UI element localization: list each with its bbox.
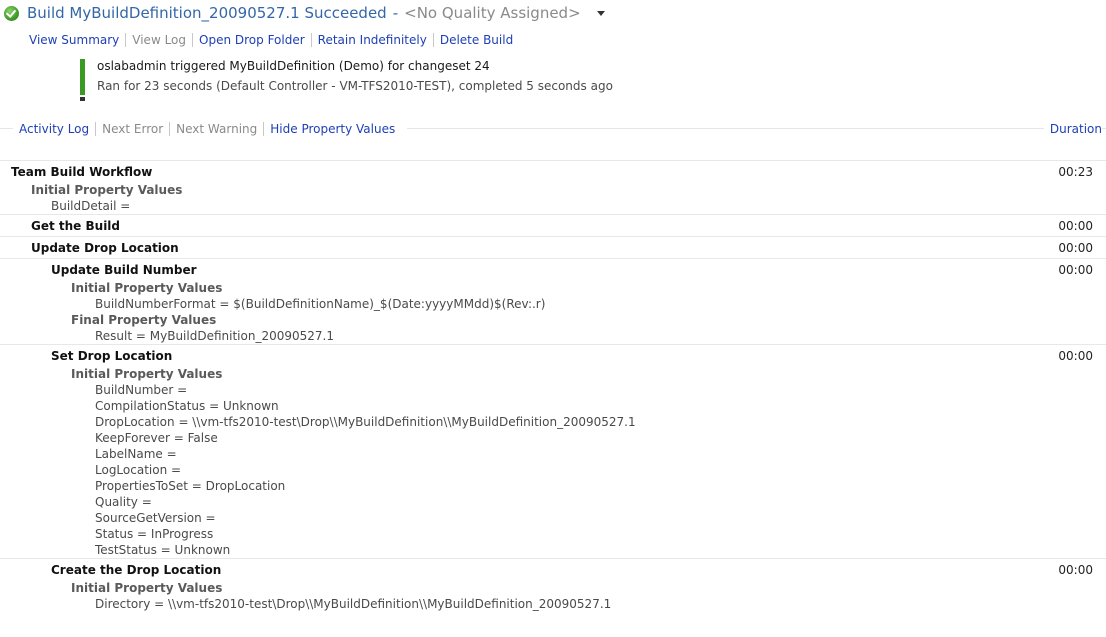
property-group-row: Initial Property Values bbox=[0, 580, 1106, 596]
activity-name: Team Build Workflow bbox=[11, 165, 153, 179]
property-row: TestStatus = Unknown bbox=[0, 542, 1106, 558]
title-separator: - bbox=[392, 4, 399, 22]
property-group-row: Initial Property Values bbox=[0, 280, 1106, 296]
property-group-label: Initial Property Values bbox=[71, 581, 223, 595]
activity-name: Update Drop Location bbox=[31, 241, 179, 255]
activity-row[interactable]: Update Drop Location 00:00 bbox=[0, 236, 1106, 258]
property-value: CompilationStatus = Unknown bbox=[95, 399, 279, 413]
chevron-down-icon[interactable] bbox=[596, 10, 605, 16]
property-value: BuildNumber = bbox=[95, 383, 188, 397]
run-details: Ran for 23 seconds (Default Controller -… bbox=[97, 79, 613, 93]
build-actions-bar: View Summary View Log Open Drop Folder Reta… bbox=[29, 31, 519, 49]
open-drop-folder-link[interactable]: Open Drop Folder bbox=[192, 33, 311, 47]
activity-log-tree: Team Build Workflow 00:23 Initial Property… bbox=[0, 160, 1106, 612]
property-row: Result = MyBuildDefinition_20090527.1 bbox=[0, 328, 1106, 344]
activity-name: Get the Build bbox=[31, 219, 121, 233]
quality-selector[interactable]: <No Quality Assigned> bbox=[404, 4, 581, 22]
property-value: Quality = bbox=[95, 495, 152, 509]
activity-duration: 00:00 bbox=[1058, 263, 1093, 277]
activity-duration: 00:00 bbox=[1058, 241, 1093, 255]
duration-column-header[interactable]: Duration bbox=[1043, 119, 1102, 139]
activity-duration: 00:23 bbox=[1058, 165, 1093, 179]
property-group-label: Initial Property Values bbox=[31, 183, 183, 197]
property-row: PropertiesToSet = DropLocation bbox=[0, 478, 1106, 494]
activity-name: Set Drop Location bbox=[51, 349, 173, 363]
property-group-row: Final Property Values bbox=[0, 312, 1106, 328]
property-row: DropLocation = \\vm-tfs2010-test\Drop\\M… bbox=[0, 414, 1106, 430]
property-group-row: Initial Property Values bbox=[0, 366, 1106, 382]
activity-log-link[interactable]: Activity Log bbox=[19, 122, 95, 136]
property-row: SourceGetVersion = bbox=[0, 510, 1106, 526]
build-title-row: Build MyBuildDefinition_20090527.1 Succe… bbox=[4, 3, 605, 23]
property-row: LogLocation = bbox=[0, 462, 1106, 478]
activity-name: Update Build Number bbox=[51, 263, 197, 277]
property-row: BuildNumber = bbox=[0, 382, 1106, 398]
property-value: LabelName = bbox=[95, 447, 177, 461]
property-row: Status = InProgress bbox=[0, 526, 1106, 542]
property-row: BuildDetail = bbox=[0, 198, 1106, 214]
property-row: CompilationStatus = Unknown bbox=[0, 398, 1106, 414]
property-value: KeepForever = False bbox=[95, 431, 218, 445]
property-row: BuildNumberFormat = $(BuildDefinitionNam… bbox=[0, 296, 1106, 312]
property-row: Directory = \\vm-tfs2010-test\Drop\\MyBu… bbox=[0, 596, 1106, 612]
property-row: KeepForever = False bbox=[0, 430, 1106, 446]
property-row: LabelName = bbox=[0, 446, 1106, 462]
property-value: LogLocation = bbox=[95, 463, 182, 477]
property-value: PropertiesToSet = DropLocation bbox=[95, 479, 286, 493]
activity-row[interactable]: Get the Build 00:00 bbox=[0, 214, 1106, 236]
next-error-link: Next Error bbox=[95, 122, 169, 136]
property-row: Quality = bbox=[0, 494, 1106, 510]
property-value: BuildNumberFormat = $(BuildDefinitionNam… bbox=[95, 297, 546, 311]
property-group-label: Final Property Values bbox=[71, 313, 217, 327]
retain-indefinitely-link[interactable]: Retain Indefinitely bbox=[310, 33, 433, 47]
property-value: BuildDetail = bbox=[51, 199, 131, 213]
property-value: Directory = \\vm-tfs2010-test\Drop\\MyBu… bbox=[95, 597, 612, 611]
build-title: Build MyBuildDefinition_20090527.1 Succe… bbox=[27, 4, 387, 22]
activity-duration: 00:00 bbox=[1058, 563, 1093, 577]
property-value: DropLocation = \\vm-tfs2010-test\Drop\\M… bbox=[95, 415, 636, 429]
success-check-icon bbox=[4, 5, 19, 21]
view-summary-link[interactable]: View Summary bbox=[29, 33, 125, 47]
activity-name: Create the Drop Location bbox=[51, 563, 222, 577]
activity-row[interactable]: Team Build Workflow 00:23 bbox=[0, 160, 1106, 182]
delete-build-link[interactable]: Delete Build bbox=[432, 33, 519, 47]
hide-property-values-link[interactable]: Hide Property Values bbox=[263, 122, 401, 136]
activity-row[interactable]: Set Drop Location 00:00 bbox=[0, 344, 1106, 366]
property-value: TestStatus = Unknown bbox=[95, 543, 231, 557]
property-group-row: Initial Property Values bbox=[0, 182, 1106, 198]
activity-row[interactable]: Update Build Number 00:00 bbox=[0, 258, 1106, 280]
activity-row[interactable]: Create the Drop Location 00:00 bbox=[0, 558, 1106, 580]
property-value: Status = InProgress bbox=[95, 527, 214, 541]
view-log-link: View Log bbox=[125, 33, 192, 47]
trigger-summary: oslabadmin triggered MyBuildDefinition (… bbox=[97, 59, 490, 73]
log-navigation-links: Activity Log Next Error Next Warning Hide P… bbox=[13, 119, 408, 139]
property-value: Result = MyBuildDefinition_20090527.1 bbox=[95, 329, 334, 343]
property-value: SourceGetVersion = bbox=[95, 511, 216, 525]
property-group-label: Initial Property Values bbox=[71, 367, 223, 381]
activity-duration: 00:00 bbox=[1058, 349, 1093, 363]
activity-log-toolbar: Activity Log Next Error Next Warning Hide P… bbox=[0, 119, 1106, 139]
activity-duration: 00:00 bbox=[1058, 219, 1093, 233]
property-group-label: Initial Property Values bbox=[71, 281, 223, 295]
next-warning-link: Next Warning bbox=[169, 122, 263, 136]
status-bar-indicator bbox=[80, 59, 85, 101]
